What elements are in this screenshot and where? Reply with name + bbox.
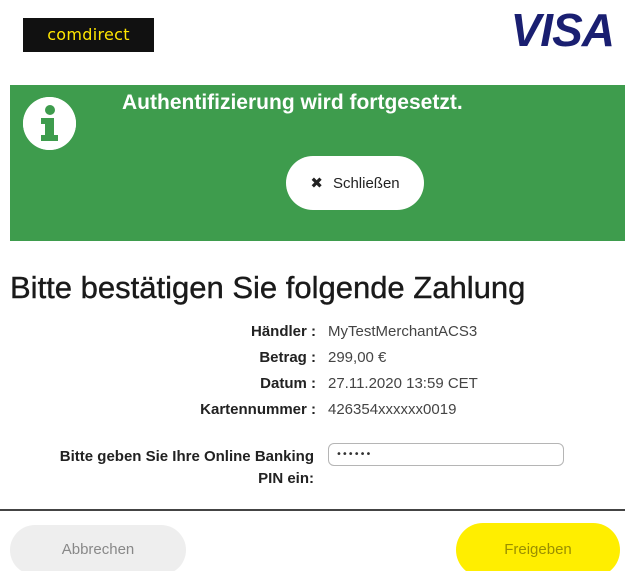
info-icon <box>23 97 76 150</box>
submit-button[interactable]: Freigeben <box>456 523 620 571</box>
page-title: Bitte bestätigen Sie folgende Zahlung <box>10 270 526 305</box>
close-icon: ✖ <box>310 175 323 192</box>
detail-label: Kartennummer : <box>200 401 316 418</box>
divider <box>0 509 625 511</box>
detail-label: Händler : <box>250 323 316 340</box>
pin-label: Bitte geben Sie Ihre Online Banking PIN … <box>59 448 314 487</box>
detail-row-date: Datum : 27.11.2020 13:59 CET <box>0 373 625 395</box>
close-button-label: Schließen <box>332 174 400 192</box>
detail-row-amount: Betrag : 299,00 € <box>0 347 625 369</box>
detail-value: 299,00 € <box>328 349 387 366</box>
detail-row-merchant: Händler : MyTestMerchantACS3 <box>0 321 625 343</box>
pin-input[interactable] <box>328 443 564 466</box>
detail-value: 27.11.2020 13:59 CET <box>328 375 478 392</box>
info-banner: Authentifizierung wird fortgesetzt. ✖ Sc… <box>10 85 625 241</box>
cancel-button[interactable]: Abbrechen <box>10 525 186 571</box>
banner-title: Authentifizierung wird fortgesetzt. <box>122 91 463 114</box>
visa-logo: VISA <box>510 4 615 56</box>
detail-value: MyTestMerchantACS3 <box>328 323 478 340</box>
detail-row-card-number: Kartennummer : 426354xxxxxx0019 <box>0 399 625 421</box>
close-button[interactable]: ✖ Schließen <box>286 156 424 210</box>
detail-label: Betrag : <box>259 349 316 366</box>
detail-label: Datum : <box>260 375 316 392</box>
authentication-page: comdirect VISA Authentifizierung wird fo… <box>0 0 625 571</box>
detail-value: 426354xxxxxx0019 <box>328 401 457 418</box>
comdirect-logo: comdirect <box>23 18 154 52</box>
